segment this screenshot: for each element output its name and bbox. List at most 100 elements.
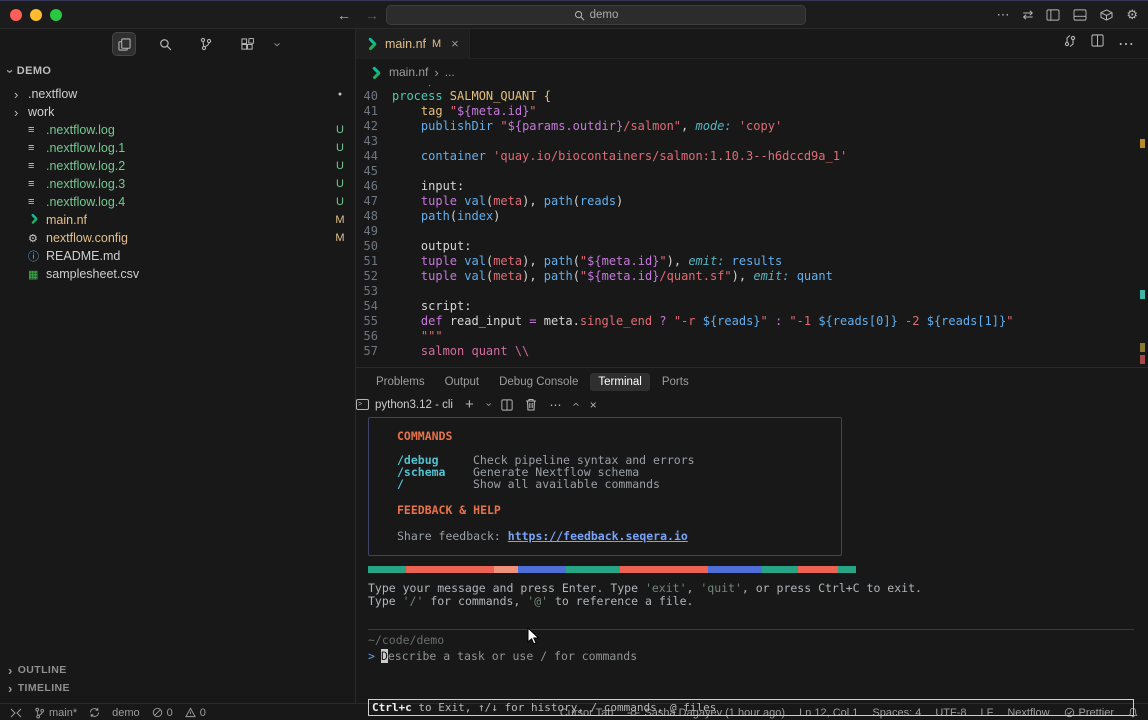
file-row-README-md[interactable]: ⓘREADME.md (0, 247, 355, 265)
source-control-graph-icon[interactable] (1063, 34, 1077, 48)
terminal-profile-select[interactable]: > python3.12 - cli (356, 399, 453, 411)
status-label: main* (49, 707, 77, 719)
terminal-content[interactable]: COMMANDS /debugCheck pipeline syntax and… (356, 417, 1148, 720)
code-line-48[interactable]: 48 path(index) (356, 209, 1148, 224)
file-row--nextflow-log-1[interactable]: ≡.nextflow.log.1U (0, 139, 355, 157)
explorer-root-header[interactable]: › DEMO (0, 61, 355, 81)
sync-icon (89, 707, 100, 718)
new-terminal-icon[interactable]: + (465, 396, 474, 413)
overview-ruler[interactable] (1140, 85, 1145, 367)
toggle-sidebar-icon[interactable] (1046, 9, 1060, 21)
panel-tab-ports[interactable]: Ports (654, 373, 697, 391)
split-terminal-icon[interactable] (501, 399, 513, 411)
source-control-view-icon[interactable] (194, 32, 218, 56)
views-chevron-down-icon[interactable]: › (272, 42, 285, 46)
back-icon[interactable]: ← (337, 7, 351, 23)
tab-close-icon[interactable]: × (451, 36, 459, 51)
editor-more-actions-icon[interactable]: ⋯ (1118, 34, 1134, 54)
toggle-panel-icon[interactable] (1073, 9, 1087, 21)
code-line-49[interactable]: 49 (356, 224, 1148, 239)
file-row-nextflow-config[interactable]: ⚙nextflow.configM (0, 229, 355, 247)
zoom-window-button[interactable] (50, 9, 62, 21)
file-row-main-nf[interactable]: main.nfM (0, 211, 355, 229)
code-line-40[interactable]: 40process SALMON_QUANT { (356, 89, 1148, 104)
file-row-samplesheet-csv[interactable]: ▦samplesheet.csv (0, 265, 355, 283)
line-number: 49 (356, 224, 392, 239)
more-actions-icon[interactable]: ⋯ (996, 7, 1009, 23)
folder-row--nextflow[interactable]: ›.nextflow● (0, 85, 355, 103)
code-line-57[interactable]: 57 salmon quant \\ (356, 344, 1148, 359)
search-view-icon[interactable] (153, 32, 177, 56)
panel-tab-output[interactable]: Output (437, 373, 488, 391)
code-line-45[interactable]: 45 (356, 164, 1148, 179)
status-item-main[interactable]: main* (34, 707, 77, 719)
file-row--nextflow-log-4[interactable]: ≡.nextflow.log.4U (0, 193, 355, 211)
status-item-0[interactable]: 0 (152, 707, 173, 719)
code-line-46[interactable]: 46 input: (356, 179, 1148, 194)
code-line-53[interactable]: 53 (356, 284, 1148, 299)
file-row--nextflow-log[interactable]: ≡.nextflow.logU (0, 121, 355, 139)
file-row--nextflow-log-2[interactable]: ≡.nextflow.log.2U (0, 157, 355, 175)
commands-heading: COMMANDS (397, 429, 841, 443)
command-center-search[interactable]: demo (386, 5, 806, 25)
file-label: main.nf (46, 213, 325, 227)
cli-keybindings-bar: Ctrl+c to Exit, ↑/↓ for history, / comma… (368, 699, 1134, 716)
folder-row-work[interactable]: ›work (0, 103, 355, 121)
prompt-arrow: > (368, 649, 375, 663)
code-line-52[interactable]: 52 tuple val(meta), path("${meta.id}/qua… (356, 269, 1148, 284)
breadcrumb[interactable]: main.nf › ... (356, 59, 1148, 85)
git-status-badge: U (325, 124, 355, 136)
forward-icon[interactable]: → (365, 7, 379, 23)
code-text: script: (392, 299, 471, 314)
panel-more-actions-icon[interactable]: ⋯ (549, 398, 561, 412)
code-line-47[interactable]: 47 tuple val(meta), path(reads) (356, 194, 1148, 209)
code-line-55[interactable]: 55 def read_input = meta.single_end ? "-… (356, 314, 1148, 329)
cli-prompt-input[interactable]: >Describe a task or use / for commands (368, 649, 1148, 663)
feedback-link[interactable]: https://feedback.seqera.io (508, 529, 688, 543)
search-value: demo (590, 9, 619, 21)
settings-gear-icon[interactable]: ⚙ (1126, 8, 1138, 23)
terminal-dropdown-chevron-icon[interactable]: › (482, 403, 493, 407)
code-line-56[interactable]: 56 """ (356, 329, 1148, 344)
line-number: 47 (356, 194, 392, 209)
explorer-view-icon[interactable] (112, 32, 136, 56)
close-window-button[interactable] (10, 9, 22, 21)
sidebar-section-outline[interactable]: ›OUTLINE (0, 661, 355, 679)
sidebar: › › DEMO ›.nextflow●›work≡.nextflow.logU… (0, 29, 356, 703)
panel-tab-terminal[interactable]: Terminal (590, 373, 649, 391)
tab-main-nf[interactable]: main.nf M × (356, 29, 470, 59)
code-line-50[interactable]: 50 output: (356, 239, 1148, 254)
chevron-right-icon: › (8, 664, 13, 677)
code-line-44[interactable]: 44 container 'quay.io/biocontainers/salm… (356, 149, 1148, 164)
code-line-43[interactable]: 43 (356, 134, 1148, 149)
panel-tab-debug-console[interactable]: Debug Console (491, 373, 586, 391)
breadcrumb-separator: › (434, 66, 438, 79)
customize-layout-icon[interactable] (1100, 9, 1113, 21)
extensions-view-icon[interactable] (235, 32, 259, 56)
status-item-remote[interactable] (10, 708, 22, 718)
minimize-window-button[interactable] (30, 9, 42, 21)
breadcrumb-more[interactable]: ... (445, 65, 455, 79)
file-label: README.md (46, 249, 325, 263)
sidebar-section-timeline[interactable]: ›TIMELINE (0, 679, 355, 697)
editor-area: main.nf M × ⋯ main.nf › ... 39 */40proce… (356, 29, 1148, 703)
maximize-panel-chevron-icon[interactable]: › (569, 402, 582, 406)
breadcrumb-file[interactable]: main.nf (389, 65, 428, 79)
split-editor-icon[interactable] (1091, 34, 1104, 47)
kill-terminal-trash-icon[interactable] (525, 398, 537, 411)
file-explorer: ›.nextflow●›work≡.nextflow.logU≡.nextflo… (0, 85, 355, 283)
close-panel-icon[interactable]: × (590, 398, 597, 412)
status-item-0[interactable]: 0 (185, 707, 206, 719)
code-text: input: (392, 179, 464, 194)
code-editor[interactable]: 39 */40process SALMON_QUANT {41 tag "${m… (356, 85, 1148, 367)
panel-tab-problems[interactable]: Problems (368, 373, 433, 391)
code-line-54[interactable]: 54 script: (356, 299, 1148, 314)
file-row--nextflow-log-3[interactable]: ≡.nextflow.log.3U (0, 175, 355, 193)
toggle-arrows-icon[interactable]: ⇄ (1022, 7, 1033, 23)
code-line-51[interactable]: 51 tuple val(meta), path("${meta.id}"), … (356, 254, 1148, 269)
status-item-sync[interactable] (89, 707, 100, 718)
file-label: .nextflow.log (46, 123, 325, 137)
status-item-demo[interactable]: demo (112, 707, 140, 719)
code-line-41[interactable]: 41 tag "${meta.id}" (356, 104, 1148, 119)
code-line-42[interactable]: 42 publishDir "${params.outdir}/salmon",… (356, 119, 1148, 134)
